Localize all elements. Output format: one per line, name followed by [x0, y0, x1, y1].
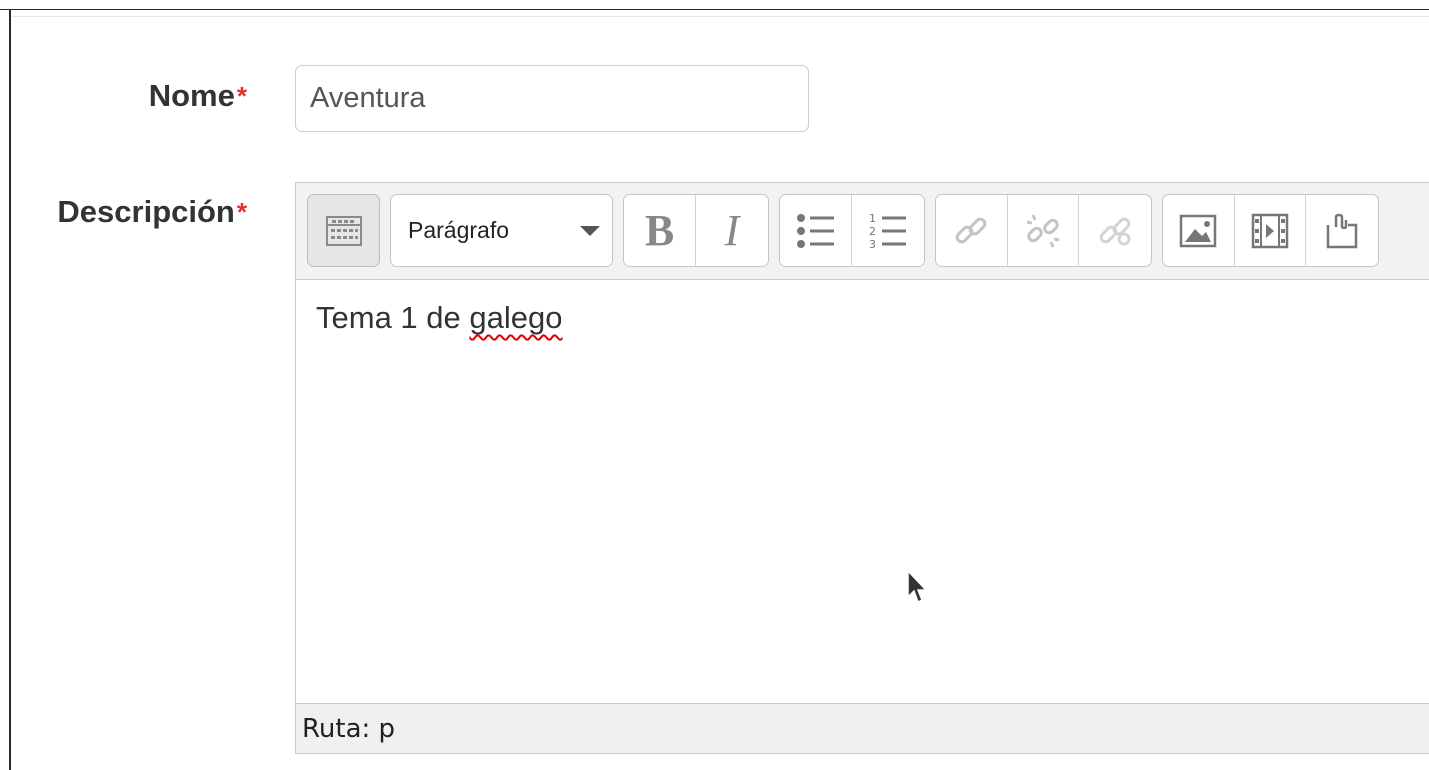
image-button[interactable] — [1163, 195, 1235, 266]
manage-files-icon — [1326, 213, 1358, 248]
descripcion-label-text: Descripción — [57, 194, 235, 229]
unordered-list-button[interactable] — [780, 195, 852, 266]
unlink-icon — [1026, 213, 1060, 248]
element-path-bar: Ruta: p — [296, 703, 1429, 753]
text-style-group: B I — [623, 194, 769, 267]
element-path-text: Ruta: p — [302, 713, 396, 744]
media-group — [1162, 194, 1379, 267]
editor-content-area[interactable]: Tema 1 de galego — [296, 280, 1429, 704]
unlink-button[interactable] — [1008, 195, 1080, 266]
format-group: Parágrafo — [390, 194, 613, 267]
bold-icon: B — [644, 206, 675, 255]
italic-button[interactable]: I — [696, 195, 768, 266]
misspelled-word: galego — [469, 300, 563, 335]
paragraph-format-select[interactable]: Parágrafo — [391, 195, 612, 266]
required-marker: * — [236, 197, 247, 227]
bold-button[interactable]: B — [624, 195, 696, 266]
ordered-list-button[interactable]: 123 — [852, 195, 924, 266]
toolbar-toggle-icon — [325, 215, 362, 246]
manage-links-icon — [1099, 217, 1131, 245]
media-button[interactable] — [1235, 195, 1307, 266]
image-icon — [1180, 214, 1217, 247]
window-top-border — [0, 0, 1429, 10]
window-left-border — [9, 10, 11, 770]
descripcion-label: Descripción* — [57, 194, 247, 230]
nome-input[interactable] — [295, 65, 809, 132]
content-text: Tema 1 de — [316, 300, 470, 335]
media-icon — [1251, 213, 1289, 248]
link-group — [935, 194, 1152, 267]
manage-files-button[interactable] — [1306, 195, 1378, 266]
svg-text:3: 3 — [869, 238, 876, 250]
format-select-value: Parágrafo — [408, 217, 510, 243]
nome-label: Nome* — [149, 78, 247, 114]
toolbar-toggle-button[interactable] — [308, 195, 379, 266]
editor-toolbar: Parágrafo B I 123 — [296, 183, 1429, 280]
svg-text:1: 1 — [869, 212, 876, 225]
nome-label-text: Nome — [148, 78, 235, 113]
mouse-pointer-icon — [907, 569, 928, 604]
svg-text:2: 2 — [869, 225, 876, 238]
list-group: 123 — [779, 194, 925, 267]
link-icon — [955, 217, 987, 243]
toolbar-toggle-group — [307, 194, 380, 267]
divider — [11, 16, 1429, 17]
manage-links-button[interactable] — [1079, 195, 1151, 266]
link-button[interactable] — [936, 195, 1008, 266]
ordered-list-icon: 123 — [869, 212, 906, 250]
italic-icon: I — [724, 206, 740, 255]
unordered-list-icon — [796, 213, 834, 248]
chevron-down-icon — [580, 225, 600, 236]
description-editor: Parágrafo B I 123 Tema 1 de galego Ruta:… — [295, 182, 1429, 754]
required-marker: * — [236, 81, 247, 111]
